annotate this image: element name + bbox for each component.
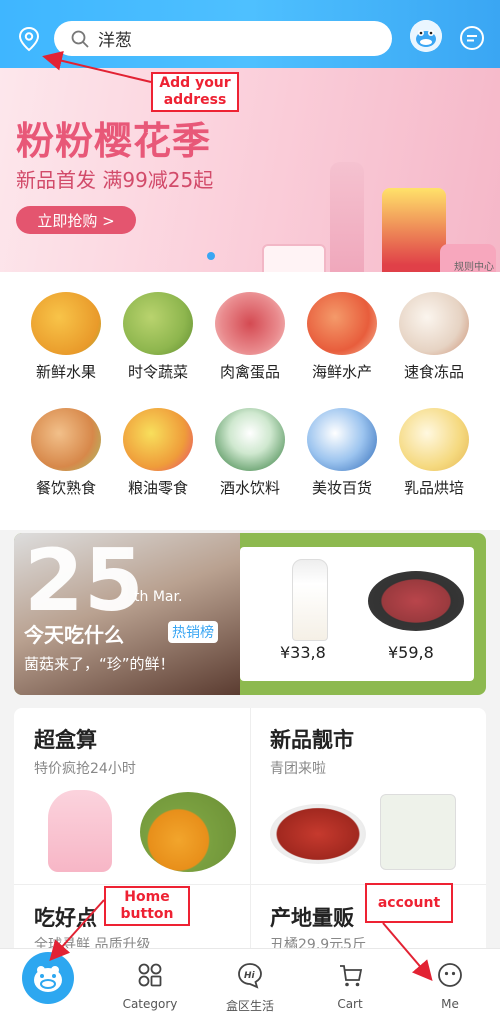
banner-title: 粉粉樱花季 bbox=[16, 119, 212, 163]
category-deli[interactable]: 餐饮熟食 bbox=[21, 388, 111, 498]
annotation-address: Add your address bbox=[151, 72, 239, 112]
category-drinks[interactable]: 酒水饮料 bbox=[205, 388, 295, 498]
jackfruit-image[interactable] bbox=[140, 792, 236, 872]
top-header: 洋葱 bbox=[0, 0, 500, 68]
category-label: 餐饮熟食 bbox=[35, 479, 96, 497]
category-vegetable[interactable]: 时令蔬菜 bbox=[113, 272, 203, 382]
promo-date-suffix: th Mar. bbox=[134, 589, 183, 605]
svg-text:Hi: Hi bbox=[244, 971, 256, 981]
crawfish-image[interactable] bbox=[270, 804, 366, 864]
category-label: 酒水饮料 bbox=[219, 479, 280, 497]
category-label: 肉禽蛋品 bbox=[219, 363, 280, 381]
milk-bottle-image[interactable] bbox=[292, 559, 328, 641]
daily-menu-card[interactable]: 25 th Mar. 今天吃什么 热销榜 菌菇来了，“珍”的鲜！ ¥33,8 ¥… bbox=[14, 533, 486, 695]
product-chips-image bbox=[382, 188, 446, 272]
card-title[interactable]: 超盒算 bbox=[34, 724, 97, 754]
hippo-icon bbox=[410, 20, 442, 52]
category-dairy-bakery[interactable]: 乳品烘培 bbox=[389, 388, 479, 498]
card-subtitle: 特价疯抢24小时 bbox=[34, 761, 136, 777]
search-input[interactable]: 洋葱 bbox=[98, 26, 132, 51]
category-label: 速食冻品 bbox=[403, 363, 464, 381]
beauty-icon bbox=[307, 408, 377, 471]
carousel-indicator[interactable] bbox=[207, 252, 215, 260]
category-grain-snack[interactable]: 粮油零食 bbox=[113, 388, 203, 498]
qingtuan-box-image[interactable] bbox=[380, 794, 456, 870]
map-pin-icon[interactable] bbox=[16, 26, 42, 52]
rules-link[interactable]: 规则中心 bbox=[454, 258, 494, 273]
drinks-icon bbox=[215, 408, 285, 471]
category-label: 粮油零食 bbox=[127, 479, 188, 497]
card-title[interactable]: 新品靓市 bbox=[270, 724, 354, 754]
fruit-icon bbox=[31, 292, 101, 355]
promo-day: 25 bbox=[24, 533, 144, 631]
category-beauty[interactable]: 美妆百货 bbox=[297, 388, 387, 498]
category-label: 时令蔬菜 bbox=[127, 363, 188, 381]
meat-icon bbox=[215, 292, 285, 355]
nav-label: Cart bbox=[337, 997, 363, 1011]
nav-label: 盒区生活 bbox=[225, 999, 274, 1013]
mascot-avatar[interactable] bbox=[410, 20, 442, 52]
grid-icon bbox=[138, 963, 162, 987]
promo-banner[interactable]: 粉粉樱花季 新品首发 满99减25起 立即抢购 > bbox=[0, 68, 500, 272]
category-label: 美妆百货 bbox=[311, 479, 372, 497]
grid-divider bbox=[250, 708, 251, 958]
nav-category[interactable]: Category bbox=[100, 949, 200, 1024]
category-fruit[interactable]: 新鲜水果 bbox=[21, 272, 111, 382]
card-title[interactable]: 吃好点 bbox=[34, 902, 97, 932]
buy-now-button[interactable]: 立即抢购 > bbox=[16, 206, 136, 234]
product-price: ¥59,8 bbox=[388, 643, 434, 662]
promo-products: ¥33,8 ¥59,8 bbox=[240, 547, 474, 681]
search-bar[interactable]: 洋葱 bbox=[54, 21, 392, 56]
cart-icon bbox=[340, 965, 363, 987]
home-button[interactable] bbox=[22, 952, 74, 1004]
snack-icon bbox=[123, 408, 193, 471]
bottom-nav: Category Hi 盒区生活 Cart Me bbox=[0, 948, 500, 1024]
product-bottle-image bbox=[330, 162, 364, 272]
category-seafood[interactable]: 海鲜水产 bbox=[297, 272, 387, 382]
hippo-home-icon bbox=[34, 966, 62, 992]
yogurt-drink-image[interactable] bbox=[48, 790, 112, 872]
category-label: 新鲜水果 bbox=[35, 363, 96, 381]
promo-description: 菌菇来了，“珍”的鲜！ bbox=[24, 655, 175, 673]
hot-list-badge[interactable]: 热销榜 bbox=[168, 621, 218, 643]
deli-icon bbox=[31, 408, 101, 471]
nav-cart[interactable]: Cart bbox=[300, 949, 400, 1024]
category-grid: 新鲜水果 时令蔬菜 肉禽蛋品 海鲜水产 速食冻品 餐饮熟食 粮油零食 酒水饮料 … bbox=[0, 272, 500, 530]
steak-image[interactable] bbox=[368, 571, 464, 631]
category-label: 乳品烘培 bbox=[403, 479, 464, 497]
category-frozen[interactable]: 速食冻品 bbox=[389, 272, 479, 382]
product-cup-image bbox=[262, 244, 326, 272]
nav-label: Category bbox=[122, 997, 178, 1011]
product-price: ¥33,8 bbox=[280, 643, 326, 662]
vegetable-icon bbox=[123, 292, 193, 355]
category-meat[interactable]: 肉禽蛋品 bbox=[205, 272, 295, 382]
search-icon bbox=[71, 30, 89, 48]
nav-community[interactable]: Hi 盒区生活 bbox=[200, 949, 300, 1024]
bakery-icon bbox=[399, 408, 469, 471]
nav-label: Me bbox=[441, 997, 459, 1011]
annotation-account: account bbox=[365, 883, 453, 923]
nav-me[interactable]: Me bbox=[400, 949, 500, 1024]
category-label: 海鲜水产 bbox=[311, 363, 372, 381]
promo-title: 今天吃什么 bbox=[24, 623, 124, 647]
banner-subtitle: 新品首发 满99减25起 bbox=[16, 168, 214, 192]
frozen-food-icon bbox=[399, 292, 469, 355]
annotation-home: Home button bbox=[104, 886, 190, 926]
card-title[interactable]: 产地量贩 bbox=[270, 902, 354, 932]
hi-bubble-icon: Hi bbox=[238, 963, 262, 989]
seafood-icon bbox=[307, 292, 377, 355]
card-subtitle: 青团来啦 bbox=[270, 761, 326, 777]
smile-face-icon bbox=[438, 963, 462, 987]
chat-icon[interactable] bbox=[459, 25, 485, 51]
